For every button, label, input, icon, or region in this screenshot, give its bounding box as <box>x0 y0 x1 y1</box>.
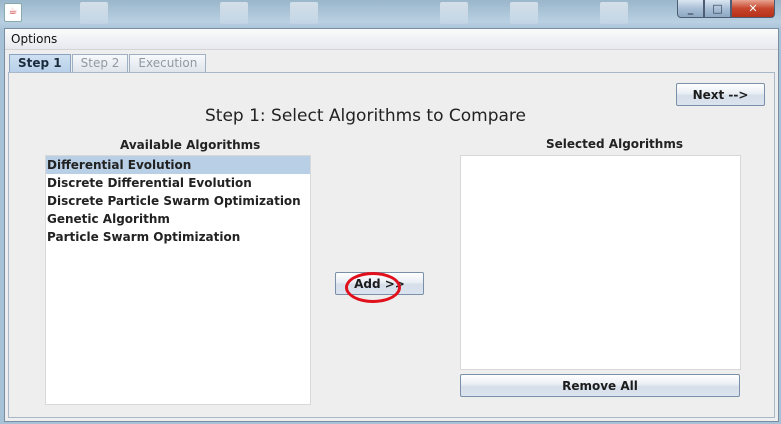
list-item[interactable]: Discrete Differential Evolution <box>46 174 310 192</box>
background-icon <box>600 2 628 24</box>
next-button[interactable]: Next --> <box>676 83 765 106</box>
background-icon <box>80 2 108 24</box>
available-algorithms-list[interactable]: Differential Evolution Discrete Differen… <box>45 155 311 405</box>
page-title: Step 1: Select Algorithms to Compare <box>205 106 527 126</box>
window-controls: _ □ ✕ <box>677 0 775 18</box>
tab-step-1[interactable]: Step 1 <box>9 54 71 73</box>
list-item[interactable]: Differential Evolution <box>46 156 310 174</box>
selected-algorithms-header: Selected Algorithms <box>546 137 683 151</box>
add-button[interactable]: Add >> <box>335 272 424 295</box>
list-item[interactable]: Particle Swarm Optimization <box>46 228 310 246</box>
tab-execution[interactable]: Execution <box>129 54 207 72</box>
list-item[interactable]: Discrete Particle Swarm Optimization <box>46 192 310 210</box>
background-icon <box>440 2 468 24</box>
application-window: ☕ _ □ ✕ Options Step 1 Step 2 Execution … <box>0 0 781 424</box>
selected-algorithms-list[interactable] <box>460 155 741 370</box>
menu-options[interactable]: Options <box>11 32 57 46</box>
window-client-area: Options Step 1 Step 2 Execution Next -->… <box>4 28 779 422</box>
step1-panel: Next --> Step 1: Select Algorithms to Co… <box>8 72 775 418</box>
close-button[interactable]: ✕ <box>731 0 775 18</box>
list-item[interactable]: Genetic Algorithm <box>46 210 310 228</box>
tab-strip: Step 1 Step 2 Execution <box>9 54 207 73</box>
maximize-button[interactable]: □ <box>704 0 731 18</box>
menu-bar: Options <box>5 29 778 50</box>
java-icon[interactable]: ☕ <box>4 3 22 22</box>
title-bar[interactable]: ☕ _ □ ✕ <box>0 0 781 26</box>
remove-all-button[interactable]: Remove All <box>460 374 740 397</box>
background-icon <box>220 2 248 24</box>
background-icon <box>510 2 538 24</box>
tab-step-2[interactable]: Step 2 <box>71 54 129 72</box>
minimize-button[interactable]: _ <box>677 0 704 18</box>
background-icon <box>290 2 318 24</box>
available-algorithms-header: Available Algorithms <box>120 138 261 152</box>
